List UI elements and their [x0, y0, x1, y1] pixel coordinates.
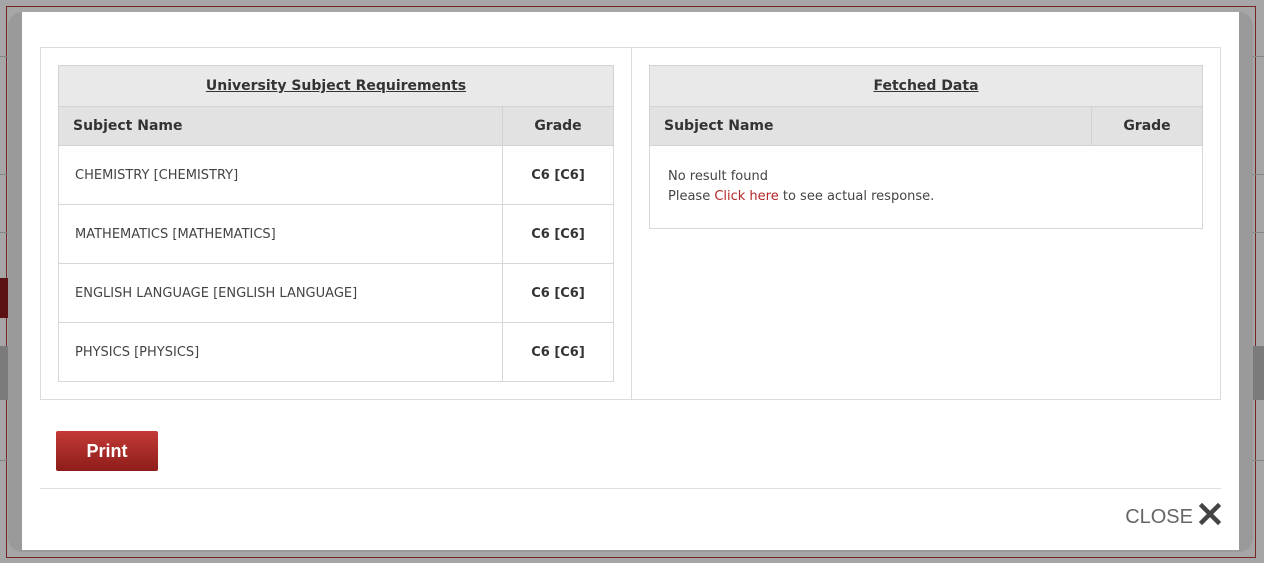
table-row: ENGLISH LANGUAGE [ENGLISH LANGUAGE] C6 […: [58, 263, 614, 323]
requirements-table: University Subject Requirements Subject …: [58, 65, 614, 382]
response-text: to see actual response.: [782, 189, 935, 204]
grade-cell: C6 [C6]: [502, 204, 614, 264]
close-label: CLOSE: [1125, 505, 1193, 528]
subject-name-header: Subject Name: [649, 106, 1092, 146]
subject-cell: ENGLISH LANGUAGE [ENGLISH LANGUAGE]: [58, 263, 503, 323]
grade-header: Grade: [1091, 106, 1203, 146]
table-row: MATHEMATICS [MATHEMATICS] C6 [C6]: [58, 204, 614, 264]
no-result-cell: No result found Please Click here to see…: [649, 145, 1203, 229]
table-row: PHYSICS [PHYSICS] C6 [C6]: [58, 322, 614, 382]
table-row: No result found Please Click here to see…: [649, 145, 1203, 229]
fetched-panel: Fetched Data Subject Name Grade No resul…: [632, 48, 1220, 399]
requirements-caption: University Subject Requirements: [58, 65, 614, 107]
comparison-panels: University Subject Requirements Subject …: [40, 47, 1221, 400]
modal-content: University Subject Requirements Subject …: [22, 12, 1239, 550]
please-text: Please: [668, 189, 711, 204]
subject-cell: CHEMISTRY [CHEMISTRY]: [58, 145, 503, 205]
results-modal: University Subject Requirements Subject …: [8, 12, 1253, 552]
requirements-panel: University Subject Requirements Subject …: [41, 48, 632, 399]
close-button[interactable]: CLOSE: [1125, 502, 1222, 532]
fetched-caption: Fetched Data: [649, 65, 1203, 107]
subject-cell: PHYSICS [PHYSICS]: [58, 322, 503, 382]
fetched-table: Fetched Data Subject Name Grade No resul…: [649, 65, 1203, 229]
close-icon: [1198, 502, 1222, 531]
grade-cell: C6 [C6]: [502, 145, 614, 205]
grade-cell: C6 [C6]: [502, 263, 614, 323]
table-row: CHEMISTRY [CHEMISTRY] C6 [C6]: [58, 145, 614, 205]
no-result-text: No result found: [668, 169, 768, 184]
grade-header: Grade: [502, 106, 614, 146]
click-here-link[interactable]: Click here: [714, 189, 778, 204]
footer-divider: [40, 488, 1221, 489]
subject-name-header: Subject Name: [58, 106, 503, 146]
grade-cell: C6 [C6]: [502, 322, 614, 382]
print-button[interactable]: Print: [56, 431, 158, 471]
subject-cell: MATHEMATICS [MATHEMATICS]: [58, 204, 503, 264]
